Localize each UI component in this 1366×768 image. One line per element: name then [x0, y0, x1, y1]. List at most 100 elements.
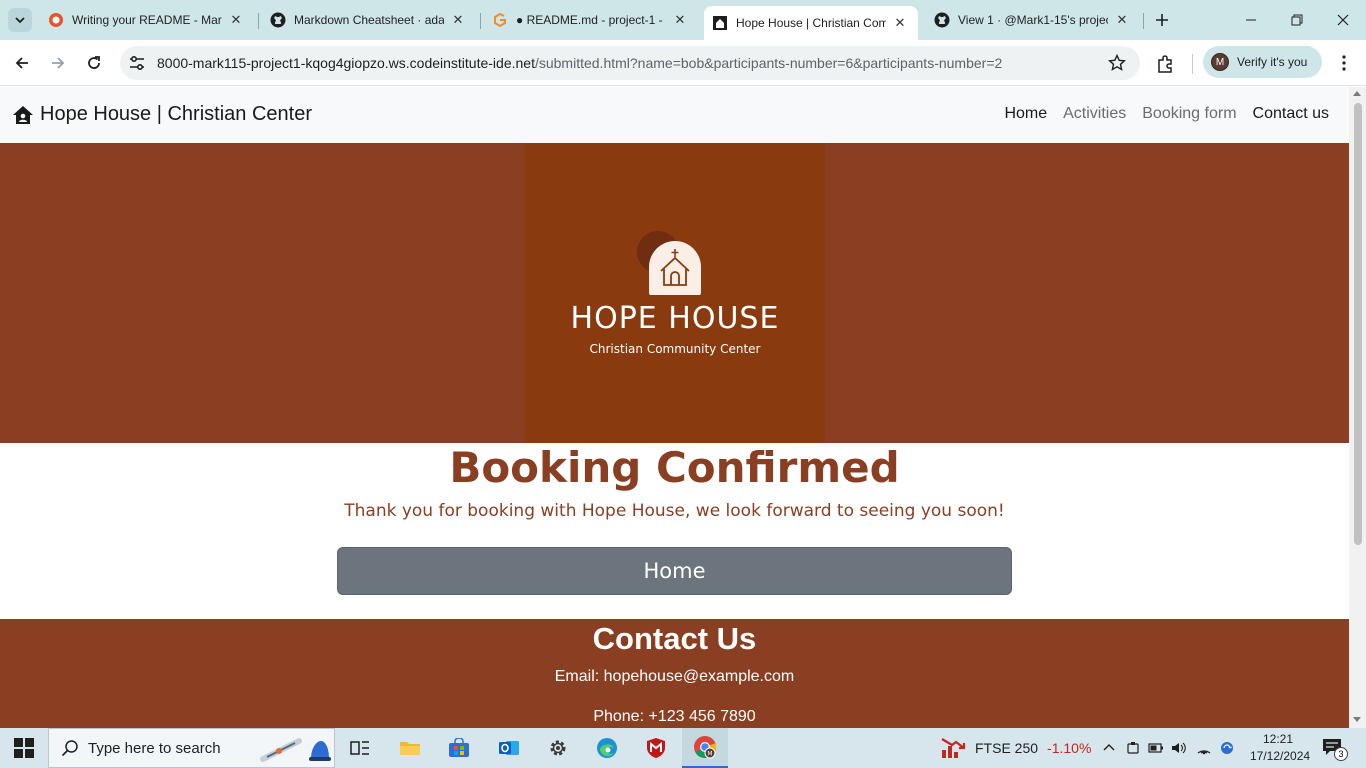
footer-email: Email: hopehouse@example.com — [554, 668, 795, 685]
tab-readme-guide[interactable]: Writing your README - Mar ✕ — [40, 6, 252, 34]
close-tab-icon[interactable]: ✕ — [1114, 12, 1130, 28]
church-favicon-icon — [713, 16, 727, 30]
url-text: 8000-mark115-project1-kqog4giopzo.ws.cod… — [157, 55, 1002, 71]
minimize-button[interactable] — [1228, 6, 1274, 34]
store-icon — [449, 738, 469, 757]
speaker-icon[interactable] — [1171, 741, 1187, 755]
meet-now-icon[interactable] — [1126, 741, 1140, 755]
taskbar-clock[interactable]: 12:21 17/12/2024 — [1250, 731, 1311, 765]
browser-menu-button[interactable] — [1334, 53, 1354, 73]
page-viewport: Hope House | Christian Center Home Activ… — [0, 87, 1349, 728]
ftse-label: FTSE 250 — [975, 740, 1039, 756]
battery-icon[interactable] — [1148, 741, 1164, 755]
nav-home[interactable]: Home — [1004, 105, 1047, 123]
arrow-left-icon — [15, 57, 28, 69]
close-tab-icon[interactable]: ✕ — [892, 15, 908, 31]
logo-title: HOPE HOUSE — [570, 301, 780, 336]
settings-button[interactable] — [542, 734, 574, 762]
minimize-icon — [1246, 19, 1256, 21]
forward-button[interactable] — [44, 49, 72, 77]
nav-contact-us[interactable]: Contact us — [1253, 105, 1329, 123]
browser-tab-strip: Writing your README - Mar ✕ Markdown Che… — [0, 0, 1366, 40]
plus-icon — [1156, 14, 1168, 26]
onedrive-sync-icon[interactable] — [1220, 741, 1234, 755]
edge-browser-icon — [597, 738, 617, 758]
outlook-icon — [499, 741, 519, 755]
wifi-icon[interactable] — [1196, 741, 1212, 755]
chrome-button[interactable]: M — [682, 728, 728, 768]
hope-house-logo: HOPE HOUSE Christian Community Center — [525, 143, 825, 443]
page-scrollbar[interactable] — [1349, 87, 1366, 728]
microsoft-store-button[interactable] — [443, 734, 475, 762]
chrome-icon: M — [694, 736, 716, 759]
system-tray — [1102, 728, 1234, 768]
site-brand[interactable]: Hope House | Christian Center — [12, 103, 312, 126]
site-navbar: Hope House | Christian Center Home Activ… — [0, 87, 1349, 143]
address-bar[interactable]: 8000-mark115-project1-kqog4giopzo.ws.cod… — [120, 46, 1140, 80]
notification-count-badge: 3 — [1334, 747, 1348, 761]
reload-button[interactable] — [80, 49, 108, 77]
outlook-button[interactable] — [493, 734, 525, 762]
avatar: M — [1211, 53, 1229, 71]
clock-time: 12:21 — [1262, 732, 1294, 746]
url-host: 8000-mark115-project1-kqog4giopzo.ws.cod… — [157, 55, 535, 71]
browser-toolbar: 8000-mark115-project1-kqog4giopzo.ws.cod… — [0, 40, 1366, 86]
home-button[interactable]: Home — [337, 547, 1012, 595]
tab-hope-house[interactable]: Hope House | Christian Com ✕ — [704, 6, 918, 40]
verify-profile-button[interactable]: M Verify it's you — [1203, 46, 1322, 78]
notification-center-button[interactable]: 3 — [1322, 738, 1348, 761]
ftse-widget[interactable]: FTSE 250 -1.10% — [940, 728, 1091, 768]
close-tab-icon[interactable]: ✕ — [228, 12, 244, 28]
tab-markdown-cheatsheet[interactable]: Markdown Cheatsheet · ada ✕ — [262, 6, 474, 34]
toolbar-divider — [1192, 54, 1193, 74]
clock-date: 17/12/2024 — [1250, 749, 1311, 763]
folder-icon — [400, 742, 420, 755]
restore-button[interactable] — [1274, 6, 1320, 34]
church-icon — [660, 249, 690, 286]
edge-button[interactable] — [591, 734, 623, 762]
new-tab-button[interactable] — [1150, 8, 1174, 32]
gear-icon — [550, 740, 566, 756]
tab-title: Markdown Cheatsheet · ada — [294, 13, 444, 27]
close-icon — [1337, 14, 1349, 26]
scrollbar-thumb[interactable] — [1354, 103, 1362, 545]
page-title: Booking Confirmed — [449, 443, 900, 492]
task-view-button[interactable] — [344, 734, 376, 762]
hero-banner: HOPE HOUSE Christian Community Center — [0, 143, 1349, 443]
nav-activities[interactable]: Activities — [1063, 105, 1126, 123]
brand-text: Hope House | Christian Center — [40, 103, 312, 125]
verify-label: Verify it's you — [1237, 55, 1308, 69]
extensions-puzzle-icon[interactable] — [1155, 54, 1175, 74]
scroll-down-arrow-icon[interactable] — [1353, 717, 1361, 722]
back-button[interactable] — [8, 49, 36, 77]
footer-title: Contact Us — [592, 621, 757, 656]
mcafee-button[interactable] — [640, 734, 672, 762]
scroll-up-arrow-icon[interactable] — [1353, 91, 1361, 96]
site-settings-icon[interactable] — [128, 54, 146, 72]
chevron-up-icon[interactable] — [1102, 741, 1116, 755]
github-icon — [934, 12, 950, 28]
github-icon — [270, 12, 286, 28]
close-window-button[interactable] — [1320, 6, 1366, 34]
file-explorer-button[interactable] — [394, 734, 426, 762]
close-tab-icon[interactable]: ✕ — [672, 12, 688, 28]
tab-title: ● README.md - project-1 - — [516, 13, 663, 27]
chevron-down-icon — [15, 17, 25, 24]
url-path: /submitted.html?name=bob&participants-nu… — [534, 55, 1003, 71]
task-view-icon — [350, 741, 369, 755]
nav-booking-form[interactable]: Booking form — [1142, 105, 1236, 123]
bookmark-star-icon[interactable] — [1108, 54, 1126, 72]
tab-github-project[interactable]: View 1 · @Mark1-15's projec ✕ — [926, 6, 1138, 34]
codeinstitute-favicon-icon — [49, 13, 63, 27]
taskbar-search-box[interactable]: Type here to search — [48, 728, 335, 768]
tab-divider — [258, 13, 259, 29]
gitpod-icon — [494, 12, 506, 28]
close-tab-icon[interactable]: ✕ — [450, 12, 466, 28]
tab-readme-editor[interactable]: ● README.md - project-1 - ✕ — [484, 6, 696, 34]
site-menu: Home Activities Booking form Contact us — [1004, 105, 1329, 123]
windows-start-icon[interactable] — [14, 738, 34, 758]
logo-subtitle: Christian Community Center — [589, 342, 761, 356]
tab-divider — [480, 13, 481, 29]
svg-text:M: M — [707, 751, 712, 758]
tab-search-button[interactable] — [8, 8, 32, 32]
